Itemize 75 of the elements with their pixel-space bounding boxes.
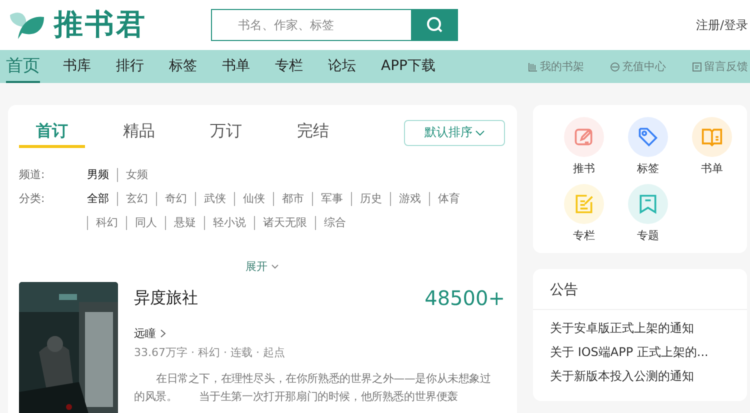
expand-link[interactable]: 展开: [19, 259, 505, 274]
nav-link-label: 留言反馈: [704, 59, 748, 74]
search-icon: [426, 16, 444, 34]
filter-option[interactable]: 武侠: [195, 192, 234, 206]
filter-option[interactable]: 体育: [429, 192, 468, 206]
nav-tab[interactable]: 书单: [222, 50, 250, 83]
shortcut-label: 书单: [701, 161, 723, 176]
search-field[interactable]: 书名、作家、标签: [211, 9, 411, 41]
nav-tab[interactable]: APP下载: [381, 50, 436, 83]
filter-option[interactable]: 全部: [87, 192, 117, 206]
notice-title: 公告: [533, 269, 747, 310]
filter-option[interactable]: 男频: [87, 168, 117, 182]
notice-link[interactable]: 关于 IOS端APP 正式上架的...: [550, 343, 747, 361]
list-tab[interactable]: 万订: [193, 117, 259, 148]
notice-link[interactable]: 关于安卓版正式上架的通知: [550, 319, 747, 337]
filter-option[interactable]: 轻小说: [204, 216, 254, 230]
shortcut-item[interactable]: 书单: [680, 117, 744, 176]
filter-option[interactable]: 科幻: [87, 216, 126, 230]
filter-option[interactable]: 同人: [126, 216, 165, 230]
nav-link[interactable]: 留言反馈: [692, 59, 748, 74]
shortcut-item[interactable]: 专栏: [552, 184, 616, 243]
book-icon: [701, 126, 723, 148]
message-icon: [692, 62, 702, 72]
filter-label: 分类:: [19, 192, 46, 207]
shortcut-label: 专题: [637, 228, 659, 243]
tag-icon: [637, 126, 659, 148]
note-icon: [573, 193, 595, 215]
filter-option[interactable]: 游戏: [390, 192, 429, 206]
filter-option[interactable]: 历史: [351, 192, 390, 206]
chevron-right-icon: [160, 329, 166, 338]
filter-option[interactable]: 奇幻: [156, 192, 195, 206]
book-meta: 33.67万字 · 科幻 · 连载 · 起点: [134, 345, 286, 360]
sort-dropdown[interactable]: 默认排序: [404, 120, 505, 146]
login-link[interactable]: 注册/登录: [696, 16, 748, 34]
nav-link-label: 充值中心: [622, 59, 666, 74]
chevron-down-icon: [474, 130, 484, 136]
nav-tab[interactable]: 首页: [6, 50, 40, 83]
filter-label: 频道:: [19, 168, 46, 182]
shortcut-item[interactable]: 标签: [616, 117, 680, 176]
nav-tab[interactable]: 标签: [169, 50, 197, 83]
author-link[interactable]: 远瞳: [134, 326, 505, 341]
coin-icon: [610, 62, 620, 72]
shelf-icon: [528, 62, 538, 72]
book-title[interactable]: 异度旅社: [134, 288, 198, 308]
chevron-down-icon: [270, 264, 278, 269]
subscription-count: 48500+: [424, 286, 505, 310]
filter-option[interactable]: 仙侠: [234, 192, 273, 206]
shortcut-label: 专栏: [573, 228, 595, 243]
nav-link-label: 我的书架: [540, 59, 584, 74]
filter-option[interactable]: 诸天无限: [254, 216, 315, 230]
bookmark-icon: [637, 193, 659, 215]
notice-link[interactable]: 关于新版本投入公测的通知: [550, 367, 747, 385]
shortcut-item[interactable]: 专题: [616, 184, 680, 243]
nav-tab[interactable]: 书库: [63, 50, 91, 83]
search-button[interactable]: [411, 9, 458, 41]
list-tab[interactable]: 首订: [19, 117, 85, 148]
site-logo[interactable]: 推书君: [54, 5, 147, 45]
shortcut-item[interactable]: 推书: [552, 117, 616, 176]
filter-option[interactable]: 综合: [315, 216, 354, 230]
nav-link[interactable]: 充值中心: [610, 59, 666, 74]
pencil-icon: [573, 126, 595, 148]
filter-option[interactable]: 军事: [312, 192, 351, 206]
filter-option[interactable]: 女频: [117, 168, 156, 182]
book-description: 在日常之下，在理性尽头，在你所熟悉的世界之外——是你从未想象过的风景。 当于生第一次打开那扇门的时候，他所熟悉的世界便轰: [134, 371, 492, 405]
nav-tab[interactable]: 排行: [116, 50, 144, 83]
filter-option[interactable]: 玄幻: [117, 192, 156, 206]
nav-link[interactable]: 我的书架: [528, 59, 584, 74]
list-tab[interactable]: 完结: [280, 117, 346, 148]
filter-option[interactable]: 悬疑: [165, 216, 204, 230]
filter-option[interactable]: 都市: [273, 192, 312, 206]
list-tab[interactable]: 精品: [106, 117, 172, 148]
nav-tab[interactable]: 论坛: [328, 50, 356, 83]
shortcut-label: 推书: [573, 161, 595, 176]
shortcut-label: 标签: [637, 161, 659, 176]
nav-tab[interactable]: 专栏: [275, 50, 303, 83]
